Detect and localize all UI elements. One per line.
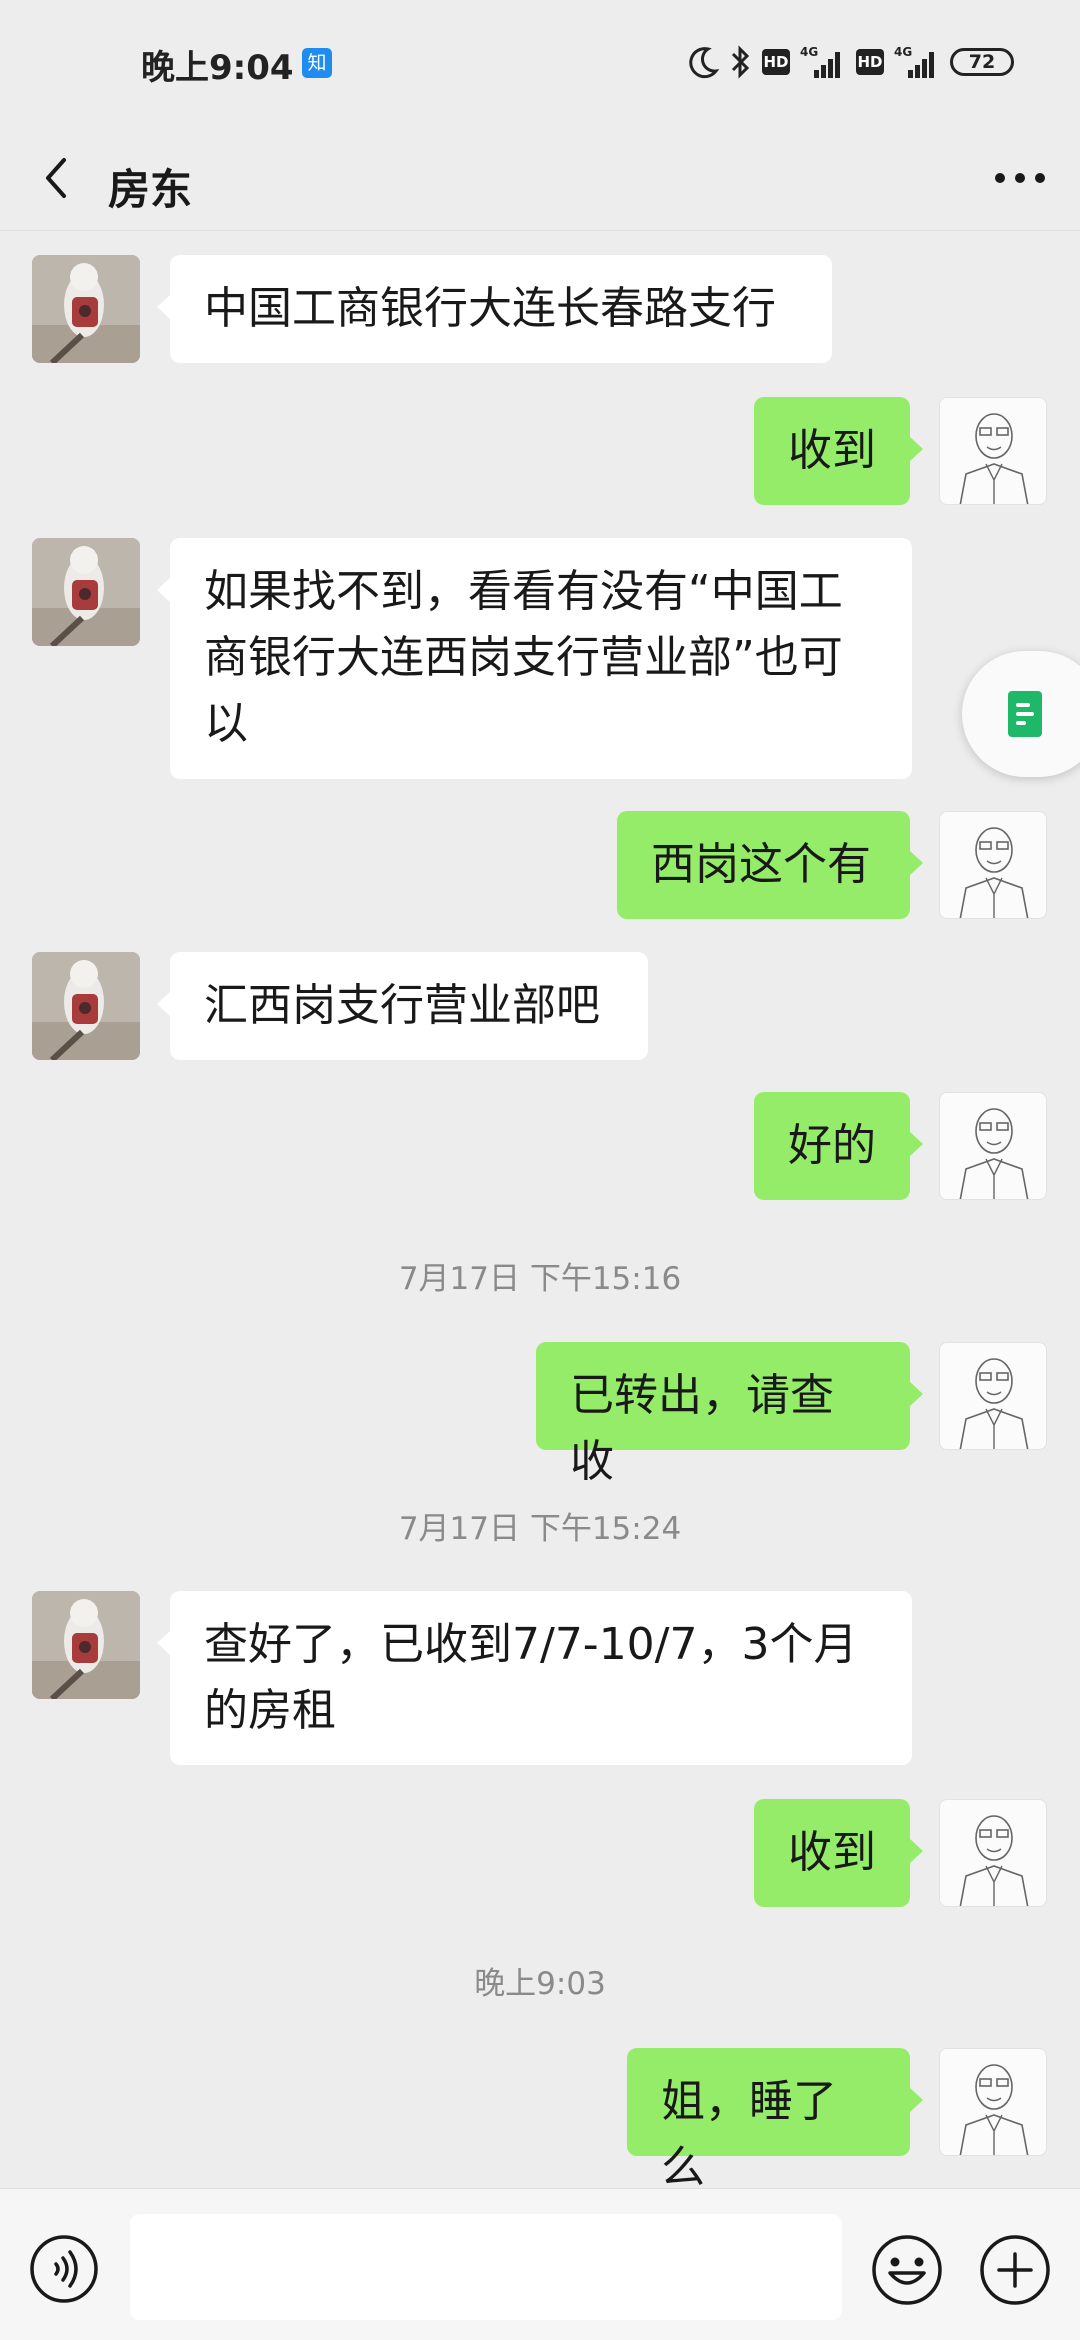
my-avatar[interactable] [939, 1342, 1047, 1450]
emoji-button[interactable] [870, 2233, 944, 2307]
plus-icon [980, 2235, 1050, 2305]
message-text: 收到 [788, 425, 876, 476]
timestamp: 7月17日 下午15:16 [398, 1261, 682, 1297]
bluetooth-icon [731, 45, 750, 79]
voice-button[interactable] [28, 2233, 100, 2305]
my-avatar[interactable] [939, 1799, 1047, 1907]
status-bar: 晚上9:04 知 HD 4G HD 4G 72 [0, 0, 1080, 126]
sketch-man-avatar-icon [959, 1108, 1029, 1199]
message-bubble[interactable]: 如果找不到，看看有没有“中国工商银行大连西岗支行营业部”也可以 [157, 538, 912, 779]
message-text: 汇西岗支行营业部吧 [204, 980, 600, 1031]
voice-icon [30, 2235, 98, 2303]
message-bubble[interactable]: 汇西岗支行营业部吧 [157, 952, 648, 1060]
message-input[interactable] [130, 2214, 842, 2320]
message-text: 查好了，已收到7/7-10/7，3个月的房租 [204, 1619, 858, 1736]
more-dots-icon [995, 173, 1045, 183]
cat-avatar-icon [32, 538, 140, 646]
message-text: 已转出，请查收 [570, 1370, 834, 1487]
status-time: 晚上9:04 [141, 48, 294, 88]
emoji-icon [872, 2235, 942, 2305]
signal-4g-icon-2: 4G [894, 45, 934, 78]
message-text: 中国工商银行大连长春路支行 [204, 283, 776, 334]
message-bubble[interactable]: 查好了，已收到7/7-10/7，3个月的房租 [157, 1591, 912, 1765]
zhihu-notification-icon: 知 [302, 48, 332, 78]
message-bubble[interactable]: 中国工商银行大连长春路支行 [157, 255, 832, 363]
contact-avatar[interactable] [32, 1591, 140, 1699]
input-bar [0, 2188, 1080, 2340]
net-label-2: 4G [894, 45, 912, 59]
timestamp: 晚上9:03 [474, 1966, 606, 2002]
message-bubble[interactable]: 收到 [754, 1799, 923, 1907]
timestamp: 7月17日 下午15:24 [398, 1511, 682, 1547]
sketch-man-avatar-icon [959, 413, 1029, 504]
message-bubble[interactable]: 已转出，请查收 [536, 1342, 923, 1487]
message-bubble[interactable]: 收到 [754, 397, 923, 505]
contact-avatar[interactable] [32, 952, 140, 1060]
contact-avatar[interactable] [32, 538, 140, 646]
more-options-button[interactable] [988, 148, 1052, 208]
moon-icon [689, 47, 720, 79]
chat-header: 房东 [0, 126, 1080, 230]
sketch-man-avatar-icon [959, 1815, 1029, 1906]
message-text: 西岗这个有 [651, 839, 871, 890]
signal-4g-icon: 4G [800, 45, 840, 78]
battery-icon: 72 [950, 48, 1014, 76]
my-avatar[interactable] [939, 1092, 1047, 1200]
status-icons: HD 4G HD 4G 72 [686, 40, 1014, 84]
hd-voice-icon: HD [762, 49, 790, 75]
floating-document-tab[interactable] [962, 651, 1080, 777]
my-avatar[interactable] [939, 397, 1047, 505]
cat-avatar-icon [32, 952, 140, 1060]
message-bubble[interactable]: 姐，睡了么 [627, 2048, 923, 2193]
my-avatar[interactable] [939, 2048, 1047, 2156]
document-icon [1008, 691, 1042, 737]
contact-avatar[interactable] [32, 255, 140, 363]
header-divider [0, 230, 1080, 231]
message-bubble[interactable]: 好的 [754, 1092, 923, 1200]
cat-avatar-icon [32, 1591, 140, 1699]
sketch-man-avatar-icon [959, 1358, 1029, 1449]
back-button[interactable] [30, 146, 94, 210]
message-text: 如果找不到，看看有没有“中国工商银行大连西岗支行营业部”也可以 [204, 566, 843, 749]
back-arrow-icon [46, 158, 66, 198]
message-text: 好的 [788, 1120, 876, 1171]
hd-voice-icon-2: HD [856, 49, 884, 75]
my-avatar[interactable] [939, 811, 1047, 919]
net-label: 4G [800, 45, 818, 59]
sketch-man-avatar-icon [959, 827, 1029, 918]
chat-title: 房东 [108, 165, 193, 214]
cat-avatar-icon [32, 255, 140, 363]
sketch-man-avatar-icon [959, 2064, 1029, 2155]
message-text: 收到 [788, 1827, 876, 1878]
more-functions-button[interactable] [978, 2233, 1052, 2307]
message-bubble[interactable]: 西岗这个有 [617, 811, 923, 919]
message-text: 姐，睡了么 [661, 2076, 837, 2193]
